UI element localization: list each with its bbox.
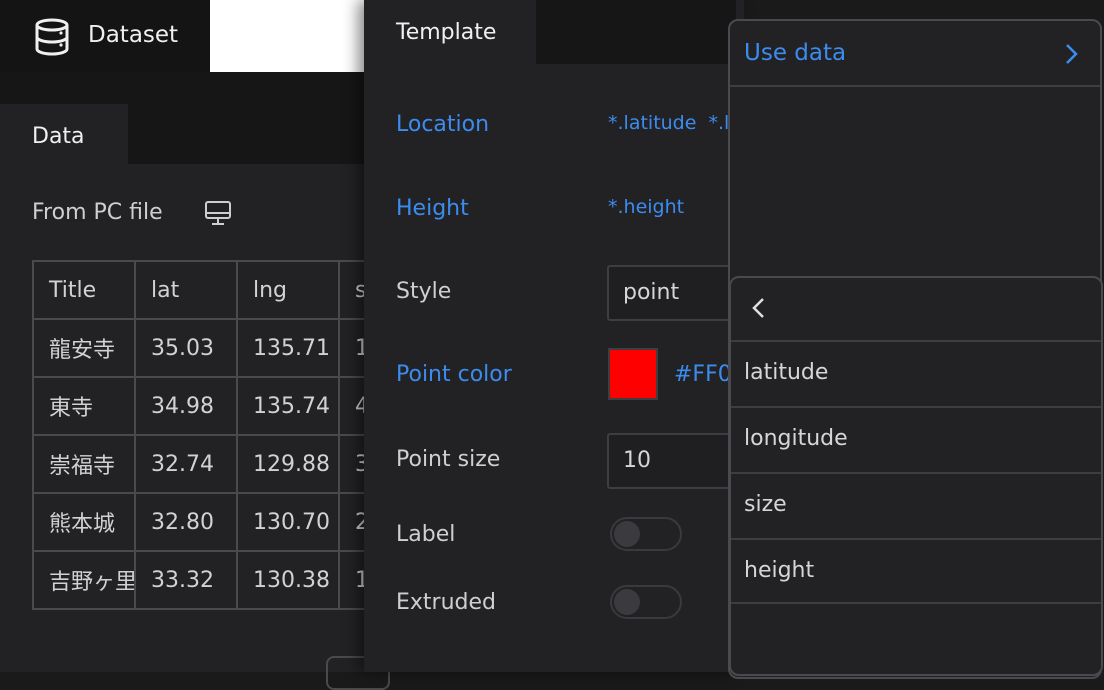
- table-header-row: Title lat lng s: [32, 260, 397, 320]
- use-data-label[interactable]: Use data: [744, 40, 846, 66]
- table-cell: 東寺: [32, 376, 136, 436]
- tab-template[interactable]: Template: [396, 20, 496, 45]
- data-table: Title lat lng s 龍安寺 35.03 135.71 1 東寺 34…: [32, 260, 397, 610]
- database-icon: [35, 18, 69, 56]
- table-cell: 135.74: [236, 376, 340, 436]
- table-cell: 吉野ヶ里: [32, 550, 136, 610]
- point-color-value[interactable]: #FF0: [674, 362, 732, 387]
- table-row[interactable]: 崇福寺 32.74 129.88 3: [32, 434, 397, 494]
- chevron-left-icon[interactable]: [750, 296, 768, 320]
- location-label[interactable]: Location: [396, 112, 489, 137]
- toggle-knob: [614, 589, 640, 615]
- field-option-label: longitude: [744, 426, 848, 451]
- dataset-title: Dataset: [88, 22, 179, 48]
- height-binding[interactable]: *.height: [608, 196, 684, 218]
- extruded-toggle[interactable]: [610, 585, 682, 619]
- style-label: Style: [396, 279, 452, 304]
- table-cell: 32.80: [134, 492, 238, 552]
- toggle-knob: [614, 521, 640, 547]
- column-header[interactable]: lng: [236, 260, 340, 320]
- table-row[interactable]: 東寺 34.98 135.74 4: [32, 376, 397, 436]
- column-header[interactable]: lat: [134, 260, 238, 320]
- table-cell: 34.98: [134, 376, 238, 436]
- chevron-right-icon[interactable]: [1062, 42, 1080, 66]
- point-size-label: Point size: [396, 447, 501, 472]
- column-header[interactable]: Title: [32, 260, 136, 320]
- location-binding[interactable]: *.latitude *.l: [608, 112, 729, 134]
- tab-data-label[interactable]: Data: [32, 124, 85, 149]
- field-option-size[interactable]: size: [731, 472, 1101, 538]
- data-tabbar: [128, 104, 370, 164]
- label-toggle[interactable]: [610, 517, 682, 551]
- table-cell: 熊本城: [32, 492, 136, 552]
- label-toggle-label: Label: [396, 522, 456, 547]
- table-cell: 135.71: [236, 318, 340, 378]
- color-swatch[interactable]: [608, 348, 658, 400]
- field-option-latitude[interactable]: latitude: [731, 340, 1101, 406]
- point-color-label[interactable]: Point color: [396, 362, 512, 387]
- field-option-label: height: [744, 558, 815, 583]
- template-panel: [364, 0, 744, 672]
- field-option-height[interactable]: height: [731, 538, 1101, 604]
- table-row[interactable]: 吉野ヶ里 33.32 130.38 1: [32, 550, 397, 610]
- table-cell: 32.74: [134, 434, 238, 494]
- table-cell: 35.03: [134, 318, 238, 378]
- dataset-strip: [0, 72, 370, 104]
- height-label[interactable]: Height: [396, 196, 469, 221]
- table-row[interactable]: 龍安寺 35.03 135.71 1: [32, 318, 397, 378]
- table-cell: 130.70: [236, 492, 340, 552]
- table-cell: 龍安寺: [32, 318, 136, 378]
- field-option-longitude[interactable]: longitude: [731, 406, 1101, 472]
- monitor-icon[interactable]: [204, 200, 232, 226]
- table-cell: 129.88: [236, 434, 340, 494]
- point-size-input[interactable]: 10: [607, 433, 747, 489]
- table-cell: 崇福寺: [32, 434, 136, 494]
- extruded-toggle-label: Extruded: [396, 590, 496, 615]
- source-label: From PC file: [32, 200, 163, 225]
- table-cell: 130.38: [236, 550, 340, 610]
- field-option-label: size: [744, 492, 787, 517]
- template-tabbar: [536, 0, 736, 64]
- field-option-label: latitude: [744, 360, 829, 385]
- style-select[interactable]: point: [607, 265, 747, 321]
- dataset-tabbar-background: [210, 0, 370, 72]
- table-cell: 33.32: [134, 550, 238, 610]
- table-row[interactable]: 熊本城 32.80 130.70 2: [32, 492, 397, 552]
